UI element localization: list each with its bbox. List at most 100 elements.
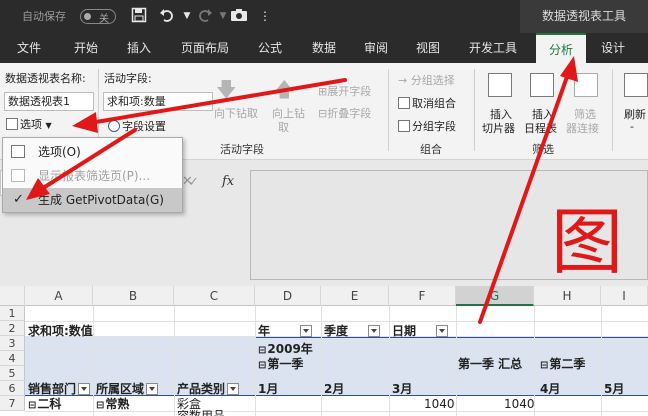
- menu-item-show-filter-pages[interactable]: 显示报表筛选页(P)...: [3, 164, 182, 188]
- camera-icon[interactable]: [230, 7, 248, 25]
- expand-field-button[interactable]: ⊞展开字段: [318, 83, 371, 99]
- pivot-name-input[interactable]: 数据透视表1: [4, 92, 94, 111]
- tab-review[interactable]: 审阅: [354, 33, 398, 63]
- tab-insert[interactable]: 插入: [116, 33, 162, 63]
- filter-dropdown-icon[interactable]: [436, 325, 449, 337]
- row-header-5[interactable]: 5: [0, 366, 25, 381]
- column-header-c[interactable]: C: [174, 286, 255, 306]
- cell-d4[interactable]: ⊟2009年: [258, 342, 313, 357]
- cell-c8[interactable]: 容数用品: [177, 410, 225, 416]
- row-header-7[interactable]: 7: [0, 396, 25, 411]
- collapse-icon[interactable]: ⊟: [258, 343, 266, 358]
- insert-function-icon[interactable]: fx: [222, 174, 234, 189]
- customize-toolbar-icon[interactable]: ⋮: [256, 7, 274, 25]
- redo-icon[interactable]: [196, 7, 214, 25]
- collapse-icon[interactable]: ⊟: [540, 358, 548, 373]
- cell-c6[interactable]: 产品类别: [177, 382, 240, 397]
- filter-dropdown-icon[interactable]: [227, 383, 240, 395]
- column-header-a[interactable]: A: [25, 286, 93, 306]
- group-field-button[interactable]: 分组字段: [398, 118, 456, 134]
- tab-data[interactable]: 数据: [302, 33, 346, 63]
- autosave-state: 关: [99, 14, 109, 25]
- active-field-group-label: 活动字段: [220, 143, 264, 156]
- filter-dropdown-icon[interactable]: [146, 383, 159, 395]
- cell-b7[interactable]: ⊟常熟: [96, 397, 129, 412]
- cell-g5[interactable]: 第一季 汇总: [458, 357, 522, 372]
- filter-dropdown-icon[interactable]: [300, 325, 313, 337]
- refresh-dropdown[interactable]: -: [630, 120, 634, 133]
- drill-down-button[interactable]: 向下钻取: [214, 105, 258, 121]
- cell-f6[interactable]: 3月: [392, 382, 412, 397]
- cell-e3[interactable]: 季度: [324, 324, 381, 339]
- insert-slicer-line2: 切片器: [482, 122, 515, 135]
- group-field-icon: [398, 120, 410, 132]
- save-icon[interactable]: [130, 7, 148, 25]
- field-settings-button[interactable]: 字段设置: [108, 118, 166, 134]
- tab-formulas[interactable]: 公式: [248, 33, 292, 63]
- gridline: [174, 306, 175, 416]
- ungroup-button[interactable]: 取消组合: [398, 95, 456, 111]
- cell-a7[interactable]: ⊟二科: [28, 397, 61, 412]
- gridline: [456, 306, 457, 416]
- column-header-b[interactable]: B: [93, 286, 174, 306]
- enter-icon[interactable]: ✓: [188, 175, 199, 190]
- field-settings-label: 字段设置: [122, 120, 166, 133]
- cell-d5[interactable]: ⊟第一季: [258, 357, 303, 372]
- tab-file[interactable]: 文件: [6, 33, 52, 63]
- options-icon: [6, 118, 18, 130]
- formula-input[interactable]: 图二: [250, 170, 648, 389]
- group-separator: [388, 69, 389, 151]
- cell-d3[interactable]: 年: [258, 324, 313, 339]
- cell-d6[interactable]: 1月: [258, 382, 278, 397]
- collapse-icon[interactable]: ⊟: [96, 398, 104, 413]
- row-header-3[interactable]: 3: [0, 336, 25, 351]
- column-header-g[interactable]: G: [456, 286, 534, 306]
- cell-f3[interactable]: 日期: [392, 324, 449, 339]
- collapse-field-button[interactable]: ⊟折叠字段: [318, 105, 371, 121]
- collapse-icon[interactable]: ⊟: [28, 398, 36, 413]
- cell-a3[interactable]: 求和项:数值: [28, 324, 93, 339]
- undo-icon[interactable]: [158, 7, 176, 25]
- timeline-icon: [530, 73, 554, 97]
- tab-design[interactable]: 设计: [590, 33, 636, 63]
- column-header-i[interactable]: I: [601, 286, 648, 306]
- autosave-toggle[interactable]: 关: [80, 9, 116, 25]
- gridline: [255, 306, 256, 416]
- cell-g7[interactable]: 1040: [504, 397, 535, 412]
- menu-item-generate-getpivotdata[interactable]: ✓ 生成 GetPivotData(G): [3, 188, 182, 212]
- tab-home[interactable]: 开始: [60, 33, 112, 63]
- cell-i6[interactable]: 5月: [604, 382, 624, 397]
- column-header-f[interactable]: F: [389, 286, 456, 306]
- group-selection-button[interactable]: → 分组选择: [398, 72, 455, 88]
- row-header-6[interactable]: 6: [0, 381, 25, 396]
- row-header-1[interactable]: 1: [0, 306, 25, 321]
- cell-b6[interactable]: 所属区域: [96, 382, 159, 397]
- cell-h6[interactable]: 4月: [540, 382, 560, 397]
- tab-developer[interactable]: 开发工具: [460, 33, 526, 63]
- select-all-corner[interactable]: [0, 286, 25, 306]
- filter-dropdown-icon[interactable]: [368, 325, 381, 337]
- menu-item-generate-getpivotdata-label: 生成 GetPivotData(G): [38, 193, 164, 207]
- collapse-icon[interactable]: ⊟: [258, 358, 266, 373]
- row-header-2[interactable]: 2: [0, 321, 25, 336]
- column-header-e[interactable]: E: [321, 286, 389, 306]
- active-field-input[interactable]: 求和项:数量: [103, 92, 213, 111]
- row-header-4[interactable]: 4: [0, 351, 25, 366]
- undo-dropdown-icon[interactable]: ▼: [178, 7, 196, 25]
- cell-e6[interactable]: 2月: [324, 382, 344, 397]
- refresh-button[interactable]: 刷新: [624, 106, 646, 122]
- drill-down-icon: 🡇: [216, 77, 237, 101]
- cell-f7[interactable]: 1040: [424, 397, 455, 412]
- cell-h5[interactable]: ⊟第二季: [540, 357, 585, 372]
- column-header-h[interactable]: H: [534, 286, 601, 306]
- ungroup-icon: [398, 97, 410, 109]
- options-button[interactable]: 选项 ▼: [6, 116, 52, 132]
- pivot-row-area: [25, 336, 255, 381]
- menu-item-options[interactable]: 选项(O): [3, 140, 182, 164]
- tab-view[interactable]: 视图: [406, 33, 450, 63]
- tab-page-layout[interactable]: 页面布局: [172, 33, 238, 63]
- column-header-d[interactable]: D: [255, 286, 321, 306]
- tab-analyze[interactable]: 分析: [536, 33, 586, 63]
- filter-dropdown-icon[interactable]: [78, 383, 91, 395]
- cell-a6[interactable]: 销售部门: [28, 382, 91, 397]
